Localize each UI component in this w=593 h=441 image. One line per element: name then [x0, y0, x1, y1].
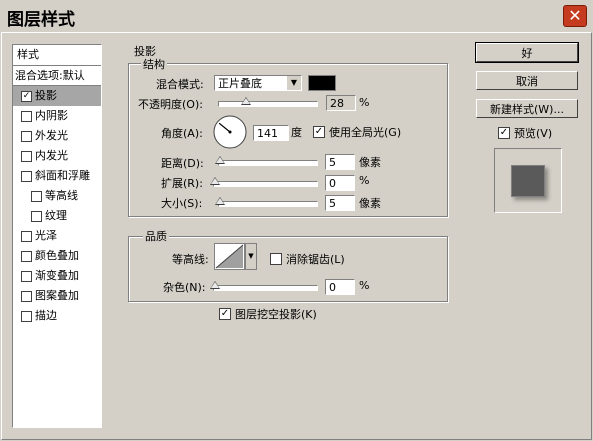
style-checkbox[interactable]: [21, 171, 32, 182]
style-item[interactable]: ✓ 投影: [13, 86, 101, 106]
style-item-label: 内阴影: [35, 109, 68, 122]
opacity-field[interactable]: 28: [326, 95, 356, 111]
shadow-color-swatch[interactable]: [308, 75, 336, 91]
size-field[interactable]: 5: [325, 195, 355, 211]
ok-button[interactable]: 好: [475, 42, 579, 63]
preview-checkbox[interactable]: ✓: [498, 127, 510, 139]
size-unit: 像素: [359, 197, 381, 210]
style-item[interactable]: 等高线: [13, 186, 101, 206]
blend-mode-label: 混合模式:: [156, 78, 204, 91]
contour-picker[interactable]: ▼: [214, 243, 257, 270]
noise-slider-thumb[interactable]: [210, 281, 220, 289]
style-item-label: 图案叠加: [35, 289, 79, 302]
knockout-checkbox[interactable]: ✓: [219, 308, 231, 320]
style-item[interactable]: 渐变叠加: [13, 266, 101, 286]
distance-unit: 像素: [359, 156, 381, 169]
window-title: 图层样式: [7, 10, 75, 30]
blend-mode-value: 正片叠底: [218, 77, 262, 90]
contour-preview-icon[interactable]: [214, 243, 246, 270]
preview-label: 预览(V): [514, 127, 553, 140]
spread-slider-thumb[interactable]: [210, 177, 220, 185]
spread-field[interactable]: 0: [325, 175, 355, 191]
global-light-label: 使用全局光(G): [329, 126, 402, 139]
cancel-button[interactable]: 取消: [476, 71, 578, 90]
style-checkbox[interactable]: [21, 271, 32, 282]
style-item[interactable]: 斜面和浮雕: [13, 166, 101, 186]
quality-title: 品质: [143, 228, 169, 244]
distance-slider-thumb[interactable]: [215, 156, 225, 164]
angle-label: 角度(A):: [161, 127, 203, 140]
style-checkbox[interactable]: [21, 251, 32, 262]
style-item[interactable]: 内阴影: [13, 106, 101, 126]
global-light-checkbox[interactable]: ✓: [313, 126, 325, 138]
style-item-label: 外发光: [35, 129, 68, 142]
opacity-unit: %: [359, 96, 370, 109]
anti-alias-label: 消除锯齿(L): [286, 253, 345, 266]
style-item[interactable]: 光泽: [13, 226, 101, 246]
knockout-label: 图层挖空投影(K): [235, 308, 317, 321]
style-item-label: 光泽: [35, 229, 57, 242]
styles-list: 样式 混合选项:默认 ✓ 投影内阴影外发光内发光斜面和浮雕等高线纹理光泽颜色叠加渐…: [12, 44, 102, 428]
style-checkbox[interactable]: [21, 291, 32, 302]
close-icon[interactable]: ✕: [563, 5, 587, 27]
contour-label: 等高线:: [172, 253, 209, 266]
style-item[interactable]: 颜色叠加: [13, 246, 101, 266]
style-item[interactable]: 外发光: [13, 126, 101, 146]
noise-label: 杂色(N):: [163, 281, 206, 294]
blend-mode-select[interactable]: 正片叠底 ▼: [214, 75, 302, 91]
style-item[interactable]: 描边: [13, 306, 101, 326]
noise-slider[interactable]: [210, 281, 318, 291]
angle-field[interactable]: 141: [253, 125, 289, 141]
size-slider-thumb[interactable]: [215, 197, 225, 205]
size-label: 大小(S):: [161, 197, 203, 210]
title-bar: 图层样式 ✕: [0, 0, 593, 32]
style-checkbox[interactable]: [31, 211, 42, 222]
chevron-down-icon[interactable]: ▼: [286, 76, 301, 90]
style-item-label: 斜面和浮雕: [35, 169, 90, 182]
spread-unit: %: [359, 174, 370, 187]
spread-label: 扩展(R):: [161, 177, 203, 190]
distance-label: 距离(D):: [161, 157, 204, 170]
style-item-label: 内发光: [35, 149, 68, 162]
style-item-label: 渐变叠加: [35, 269, 79, 282]
style-checkbox[interactable]: [21, 111, 32, 122]
contour-dropdown-icon[interactable]: ▼: [245, 243, 257, 270]
style-item-label: 纹理: [45, 209, 67, 222]
style-checkbox[interactable]: [21, 131, 32, 142]
spread-slider[interactable]: [210, 177, 318, 187]
style-item-label: 描边: [35, 309, 57, 322]
distance-field[interactable]: 5: [325, 154, 355, 170]
structure-title: 结构: [141, 56, 167, 72]
size-slider[interactable]: [215, 197, 318, 207]
angle-unit: 度: [291, 126, 302, 139]
style-checkbox[interactable]: [21, 231, 32, 242]
styles-header[interactable]: 样式: [13, 45, 101, 66]
style-checkbox[interactable]: [31, 191, 42, 202]
style-item[interactable]: 图案叠加: [13, 286, 101, 306]
opacity-label: 不透明度(O):: [138, 98, 203, 111]
blend-options-item[interactable]: 混合选项:默认: [13, 66, 101, 86]
noise-unit: %: [359, 279, 370, 292]
style-items: ✓ 投影内阴影外发光内发光斜面和浮雕等高线纹理光泽颜色叠加渐变叠加图案叠加描边: [13, 86, 101, 326]
noise-field[interactable]: 0: [325, 279, 355, 295]
style-item-label: 颜色叠加: [35, 249, 79, 262]
style-checkbox[interactable]: [21, 151, 32, 162]
new-style-button[interactable]: 新建样式(W)...: [476, 99, 578, 118]
opacity-slider-thumb[interactable]: [241, 97, 252, 105]
opacity-slider[interactable]: [218, 97, 318, 107]
preview-box: [494, 148, 562, 213]
style-item-label: 等高线: [45, 189, 78, 202]
style-checkbox[interactable]: [21, 311, 32, 322]
style-item[interactable]: 内发光: [13, 146, 101, 166]
distance-slider[interactable]: [215, 156, 318, 166]
angle-dial[interactable]: [212, 114, 248, 150]
preview-swatch: [511, 165, 545, 197]
anti-alias-checkbox[interactable]: [270, 253, 282, 265]
style-item-label: 投影: [35, 89, 57, 102]
style-checkbox[interactable]: ✓: [21, 91, 32, 102]
style-item[interactable]: 纹理: [13, 206, 101, 226]
